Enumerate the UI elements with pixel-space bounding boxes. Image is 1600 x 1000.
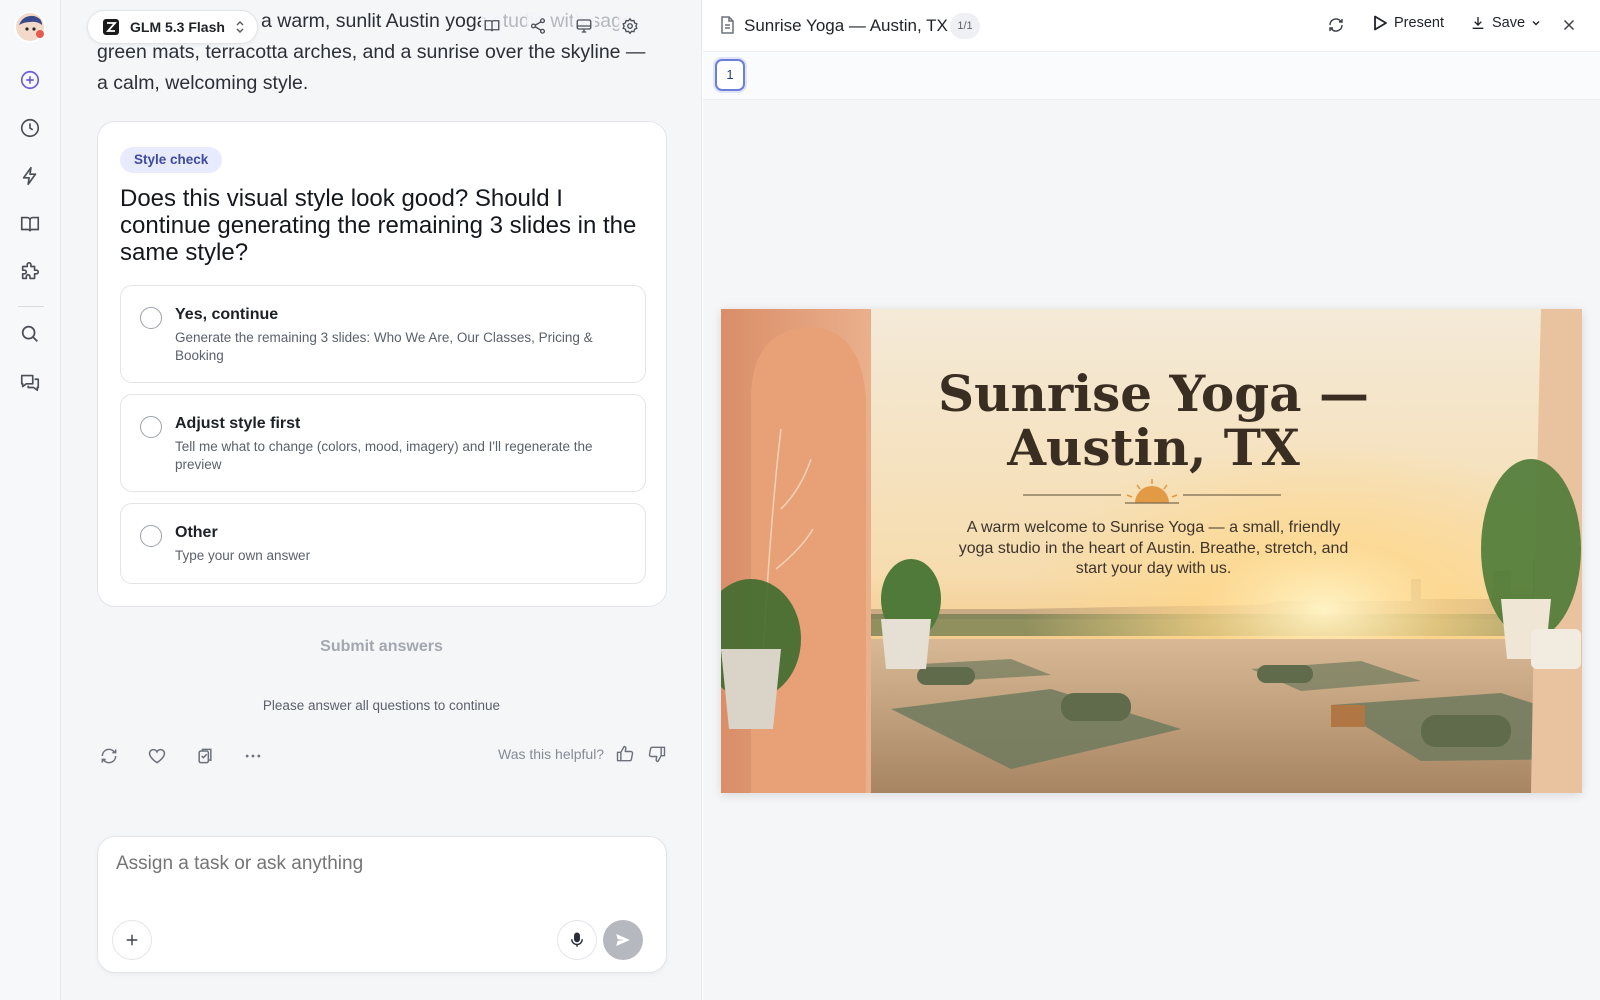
save-label: Save — [1492, 15, 1526, 31]
slide-subtitle: A warm welcome to Sunrise Yoga — a small… — [958, 519, 1349, 577]
radio-button[interactable] — [140, 307, 162, 329]
option-yes-continue[interactable]: Yes, continue Generate the remaining 3 s… — [120, 285, 646, 383]
message-actions — [97, 744, 265, 768]
copy-icon[interactable] — [193, 744, 217, 768]
bolt-icon[interactable] — [18, 164, 42, 188]
preview-panel: Sunrise Yoga — Austin, TX 1/1 Present Sa… — [703, 0, 1600, 1000]
document-icon — [719, 16, 735, 39]
save-button[interactable]: Save — [1470, 15, 1541, 31]
send-icon[interactable] — [603, 920, 643, 960]
share-icon[interactable] — [527, 12, 549, 40]
chat-icon[interactable] — [18, 370, 42, 394]
preview-title: Sunrise Yoga — Austin, TX — [744, 16, 948, 35]
option-title: Yes, continue — [175, 306, 279, 323]
submit-answers-button[interactable]: Submit answers — [61, 638, 701, 656]
option-description: Tell me what to change (colors, mood, im… — [175, 439, 593, 472]
thumbs-up-icon[interactable] — [614, 743, 636, 765]
settings-icon[interactable] — [619, 12, 641, 40]
new-task-icon[interactable] — [18, 68, 42, 92]
slide-preview: Sunrise Yoga — Austin, TX A warm welcome… — [721, 309, 1582, 793]
download-icon — [1472, 17, 1484, 29]
refresh-icon[interactable] — [1327, 16, 1345, 39]
model-selector[interactable]: GLM 5.3 Flash — [87, 10, 258, 44]
present-button[interactable]: Present — [1373, 15, 1444, 31]
play-icon — [1374, 15, 1387, 31]
question-card: Style check Does this visual style look … — [97, 121, 667, 607]
option-adjust-style[interactable]: Adjust style first Tell me what to chang… — [120, 394, 646, 492]
microphone-icon[interactable] — [557, 920, 597, 960]
retry-icon[interactable] — [97, 744, 121, 768]
answer-hint: Please answer all questions to continue — [262, 698, 501, 713]
library-icon[interactable] — [481, 12, 503, 40]
rail-divider — [18, 306, 44, 307]
option-other[interactable]: Other Type your own answer — [120, 503, 646, 584]
avatar[interactable] — [14, 11, 46, 43]
book-icon[interactable] — [18, 212, 42, 236]
composer — [97, 836, 667, 973]
heart-icon[interactable] — [145, 744, 169, 768]
slide-title: Sunrise Yoga — Austin, TX — [938, 364, 1369, 477]
chat-header-icons — [481, 12, 641, 40]
model-logo-icon — [103, 19, 119, 35]
slide-thumbnail-strip: 1 — [703, 52, 1600, 100]
option-description: Generate the remaining 3 slides: Who We … — [175, 330, 593, 363]
page-count-badge: 1/1 — [950, 13, 980, 39]
option-title: Adjust style first — [175, 415, 301, 432]
thumbs-down-icon[interactable] — [646, 743, 668, 765]
style-check-badge: Style check — [120, 147, 223, 173]
more-icon[interactable] — [241, 744, 265, 768]
model-name: GLM 5.3 Flash — [130, 19, 225, 35]
option-title: Other — [175, 524, 218, 541]
puzzle-icon[interactable] — [18, 260, 42, 284]
assistant-message-line2: green mats, terracotta arches, and a sun… — [97, 41, 646, 94]
history-icon[interactable] — [18, 116, 42, 140]
close-icon[interactable] — [1560, 16, 1578, 39]
chevron-updown-icon — [236, 21, 244, 33]
feedback-bar: Was this helpful? — [498, 743, 668, 765]
chat-panel: a warm, sunlit Austin yoga studio with s… — [61, 0, 702, 1000]
preview-header: Sunrise Yoga — Austin, TX 1/1 Present Sa… — [703, 0, 1600, 52]
radio-button[interactable] — [140, 416, 162, 438]
helpful-label: Was this helpful? — [498, 746, 605, 762]
present-label: Present — [1394, 15, 1444, 31]
attach-plus-icon[interactable] — [112, 920, 152, 960]
option-description: Type your own answer — [175, 548, 311, 563]
slide-thumbnail[interactable]: 1 — [715, 59, 745, 91]
question-text: Does this visual style look good? Should… — [120, 185, 637, 266]
search-icon[interactable] — [18, 322, 42, 346]
radio-button[interactable] — [140, 525, 162, 547]
chevron-down-icon — [1532, 21, 1540, 26]
left-rail — [0, 0, 61, 1000]
task-input[interactable] — [116, 853, 536, 875]
monitor-icon[interactable] — [573, 12, 595, 40]
